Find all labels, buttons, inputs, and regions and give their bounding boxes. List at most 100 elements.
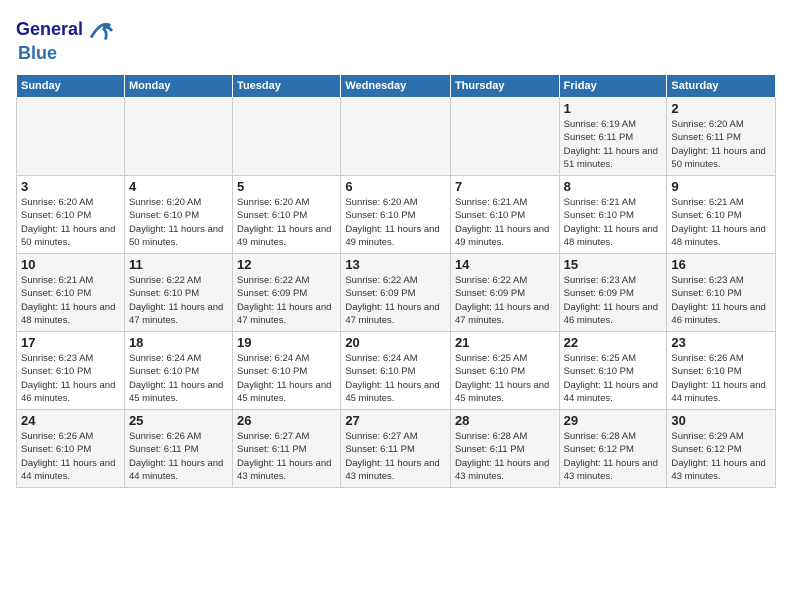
weekday-header-monday: Monday xyxy=(124,75,232,98)
day-number: 20 xyxy=(345,335,446,350)
day-number: 12 xyxy=(237,257,336,272)
day-info: Sunrise: 6:26 AM Sunset: 6:10 PM Dayligh… xyxy=(21,430,120,483)
day-info: Sunrise: 6:22 AM Sunset: 6:09 PM Dayligh… xyxy=(345,274,446,327)
weekday-header-tuesday: Tuesday xyxy=(233,75,341,98)
day-cell: 10Sunrise: 6:21 AM Sunset: 6:10 PM Dayli… xyxy=(17,254,125,332)
day-cell: 11 Sunrise: 6:22 AM Sunset: 6:10 PM Dayli… xyxy=(124,254,232,332)
day-number: 23 xyxy=(671,335,771,350)
day-info: Sunrise: 6:24 AM Sunset: 6:10 PM Dayligh… xyxy=(237,352,336,405)
weekday-header-thursday: Thursday xyxy=(450,75,559,98)
day-info: Sunrise: 6:27 AM Sunset: 6:11 PM Dayligh… xyxy=(345,430,446,483)
weekday-header-row: SundayMondayTuesdayWednesdayThursdayFrid… xyxy=(17,75,776,98)
day-info: Sunrise: 6:20 AM Sunset: 6:10 PM Dayligh… xyxy=(129,196,228,249)
day-info: Sunrise: 6:26 AM Sunset: 6:11 PM Dayligh… xyxy=(129,430,228,483)
day-number: 13 xyxy=(345,257,446,272)
day-cell: 29Sunrise: 6:28 AM Sunset: 6:12 PM Dayli… xyxy=(559,410,667,488)
day-info: Sunrise: 6:26 AM Sunset: 6:10 PM Dayligh… xyxy=(671,352,771,405)
day-info: Sunrise: 6:24 AM Sunset: 6:10 PM Dayligh… xyxy=(345,352,446,405)
day-cell: 19 Sunrise: 6:24 AM Sunset: 6:10 PM Dayli… xyxy=(233,332,341,410)
day-number: 15 xyxy=(564,257,663,272)
day-cell: 5 Sunrise: 6:20 AM Sunset: 6:10 PM Daylig… xyxy=(233,176,341,254)
day-cell: 21 Sunrise: 6:25 AM Sunset: 6:10 PM Dayli… xyxy=(450,332,559,410)
weekday-header-friday: Friday xyxy=(559,75,667,98)
day-info: Sunrise: 6:28 AM Sunset: 6:11 PM Dayligh… xyxy=(455,430,555,483)
day-info: Sunrise: 6:23 AM Sunset: 6:10 PM Dayligh… xyxy=(671,274,771,327)
weekday-header-wednesday: Wednesday xyxy=(341,75,451,98)
week-row-5: 24 Sunrise: 6:26 AM Sunset: 6:10 PM Dayli… xyxy=(17,410,776,488)
day-number: 5 xyxy=(237,179,336,194)
day-cell: 28 Sunrise: 6:28 AM Sunset: 6:11 PM Dayli… xyxy=(450,410,559,488)
day-number: 4 xyxy=(129,179,228,194)
day-info: Sunrise: 6:25 AM Sunset: 6:10 PM Dayligh… xyxy=(455,352,555,405)
day-cell: 3Sunrise: 6:20 AM Sunset: 6:10 PM Daylig… xyxy=(17,176,125,254)
logo-blue-text: Blue xyxy=(18,43,57,63)
day-number: 22 xyxy=(564,335,663,350)
day-number: 27 xyxy=(345,413,446,428)
calendar-table: SundayMondayTuesdayWednesdayThursdayFrid… xyxy=(16,74,776,488)
day-info: Sunrise: 6:20 AM Sunset: 6:11 PM Dayligh… xyxy=(671,118,771,171)
page-container: General Blue SundayMondayTuesdayWednesda… xyxy=(0,0,792,496)
day-cell: 24 Sunrise: 6:26 AM Sunset: 6:10 PM Dayli… xyxy=(17,410,125,488)
week-row-4: 17 Sunrise: 6:23 AM Sunset: 6:10 PM Dayli… xyxy=(17,332,776,410)
day-info: Sunrise: 6:22 AM Sunset: 6:10 PM Dayligh… xyxy=(129,274,228,327)
day-cell: 15 Sunrise: 6:23 AM Sunset: 6:09 PM Dayli… xyxy=(559,254,667,332)
day-number: 1 xyxy=(564,101,663,116)
day-info: Sunrise: 6:23 AM Sunset: 6:10 PM Dayligh… xyxy=(21,352,120,405)
day-number: 25 xyxy=(129,413,228,428)
weekday-header-sunday: Sunday xyxy=(17,75,125,98)
day-cell: 23 Sunrise: 6:26 AM Sunset: 6:10 PM Dayli… xyxy=(667,332,776,410)
day-number: 26 xyxy=(237,413,336,428)
day-info: Sunrise: 6:21 AM Sunset: 6:10 PM Dayligh… xyxy=(671,196,771,249)
day-number: 24 xyxy=(21,413,120,428)
day-number: 8 xyxy=(564,179,663,194)
day-cell: 12 Sunrise: 6:22 AM Sunset: 6:09 PM Dayli… xyxy=(233,254,341,332)
day-info: Sunrise: 6:22 AM Sunset: 6:09 PM Dayligh… xyxy=(237,274,336,327)
day-cell: 1Sunrise: 6:19 AM Sunset: 6:11 PM Daylig… xyxy=(559,98,667,176)
week-row-2: 3 Sunrise: 6:20 AM Sunset: 6:10 PM Daylig… xyxy=(17,176,776,254)
week-row-3: 10Sunrise: 6:21 AM Sunset: 6:10 PM Dayli… xyxy=(17,254,776,332)
day-number: 18 xyxy=(129,335,228,350)
day-number: 28 xyxy=(455,413,555,428)
day-cell: 18 Sunrise: 6:24 AM Sunset: 6:10 PM Dayli… xyxy=(124,332,232,410)
day-info: Sunrise: 6:24 AM Sunset: 6:10 PM Dayligh… xyxy=(129,352,228,405)
day-info: Sunrise: 6:23 AM Sunset: 6:09 PM Dayligh… xyxy=(564,274,663,327)
day-info: Sunrise: 6:20 AM Sunset: 6:10 PM Dayligh… xyxy=(237,196,336,249)
day-info: Sunrise: 6:21 AM Sunset: 6:10 PM Dayligh… xyxy=(455,196,555,249)
day-cell xyxy=(233,98,341,176)
day-cell: 26 Sunrise: 6:27 AM Sunset: 6:11 PM Dayli… xyxy=(233,410,341,488)
day-number: 3 xyxy=(21,179,120,194)
logo: General Blue xyxy=(16,16,115,64)
logo-icon xyxy=(87,16,115,44)
day-cell: 22Sunrise: 6:25 AM Sunset: 6:10 PM Dayli… xyxy=(559,332,667,410)
day-cell: 25 Sunrise: 6:26 AM Sunset: 6:11 PM Dayli… xyxy=(124,410,232,488)
day-cell: 7 Sunrise: 6:21 AM Sunset: 6:10 PM Daylig… xyxy=(450,176,559,254)
day-info: Sunrise: 6:22 AM Sunset: 6:09 PM Dayligh… xyxy=(455,274,555,327)
day-cell: 14Sunrise: 6:22 AM Sunset: 6:09 PM Dayli… xyxy=(450,254,559,332)
day-cell xyxy=(450,98,559,176)
day-cell: 16 Sunrise: 6:23 AM Sunset: 6:10 PM Dayli… xyxy=(667,254,776,332)
day-cell: 30Sunrise: 6:29 AM Sunset: 6:12 PM Dayli… xyxy=(667,410,776,488)
day-number: 19 xyxy=(237,335,336,350)
day-cell: 4 Sunrise: 6:20 AM Sunset: 6:10 PM Daylig… xyxy=(124,176,232,254)
day-number: 9 xyxy=(671,179,771,194)
day-info: Sunrise: 6:21 AM Sunset: 6:10 PM Dayligh… xyxy=(564,196,663,249)
day-cell: 17 Sunrise: 6:23 AM Sunset: 6:10 PM Dayli… xyxy=(17,332,125,410)
day-number: 11 xyxy=(129,257,228,272)
day-cell xyxy=(124,98,232,176)
day-number: 21 xyxy=(455,335,555,350)
day-cell: 8 Sunrise: 6:21 AM Sunset: 6:10 PM Daylig… xyxy=(559,176,667,254)
day-number: 2 xyxy=(671,101,771,116)
day-number: 17 xyxy=(21,335,120,350)
day-cell: 20 Sunrise: 6:24 AM Sunset: 6:10 PM Dayli… xyxy=(341,332,451,410)
day-number: 29 xyxy=(564,413,663,428)
day-number: 16 xyxy=(671,257,771,272)
day-cell: 27 Sunrise: 6:27 AM Sunset: 6:11 PM Dayli… xyxy=(341,410,451,488)
day-number: 7 xyxy=(455,179,555,194)
day-cell: 6Sunrise: 6:20 AM Sunset: 6:10 PM Daylig… xyxy=(341,176,451,254)
day-info: Sunrise: 6:20 AM Sunset: 6:10 PM Dayligh… xyxy=(345,196,446,249)
day-cell: 9 Sunrise: 6:21 AM Sunset: 6:10 PM Daylig… xyxy=(667,176,776,254)
day-cell xyxy=(341,98,451,176)
week-row-1: 1Sunrise: 6:19 AM Sunset: 6:11 PM Daylig… xyxy=(17,98,776,176)
day-info: Sunrise: 6:21 AM Sunset: 6:10 PM Dayligh… xyxy=(21,274,120,327)
day-info: Sunrise: 6:27 AM Sunset: 6:11 PM Dayligh… xyxy=(237,430,336,483)
